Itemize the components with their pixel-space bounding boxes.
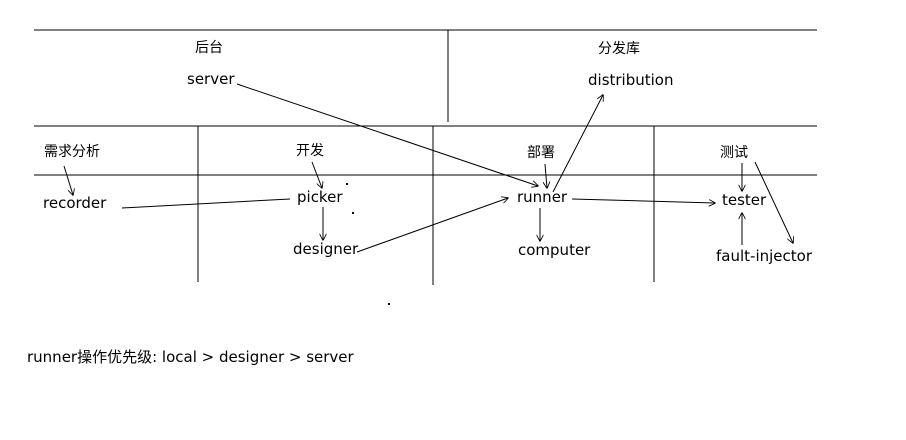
arrow-deploy-to-runner [545,163,547,188]
stray-dot [346,183,348,185]
runner-node: runner [517,188,568,206]
requirements-title: 需求分析 [44,144,100,160]
deploy-title: 部署 [527,145,555,161]
picker-node: picker [297,188,343,206]
diagram-canvas: 后台 server 分发库 distribution 需求分析 开发 部署 测试… [0,0,906,440]
computer-node: computer [518,241,591,259]
distribution-node: distribution [588,71,674,89]
priority-note: runner操作优先级: local > designer > server [27,348,354,366]
server-node: server [187,70,235,88]
backend-title: 后台 [195,40,223,56]
arrow-runner-to-distribution [552,95,603,193]
stray-dot [352,212,354,214]
arrow-designer-to-runner [356,198,508,253]
arrow-server-to-runner [236,83,538,186]
stray-dot [388,303,390,305]
develop-title: 开发 [296,143,324,159]
repo-title: 分发库 [598,41,640,57]
arrow-runner-to-tester [571,198,715,203]
designer-node: designer [293,240,359,258]
arrow-recorder-to-picker [121,198,291,209]
arrow-develop-to-picker [311,161,322,188]
arrow-requirements-to-recorder [63,165,73,195]
tester-node: tester [722,191,767,209]
fault-injector-node: fault-injector [716,247,812,265]
arrows-layer [63,83,906,253]
recorder-node: recorder [43,194,107,212]
test-title: 测试 [720,145,748,161]
